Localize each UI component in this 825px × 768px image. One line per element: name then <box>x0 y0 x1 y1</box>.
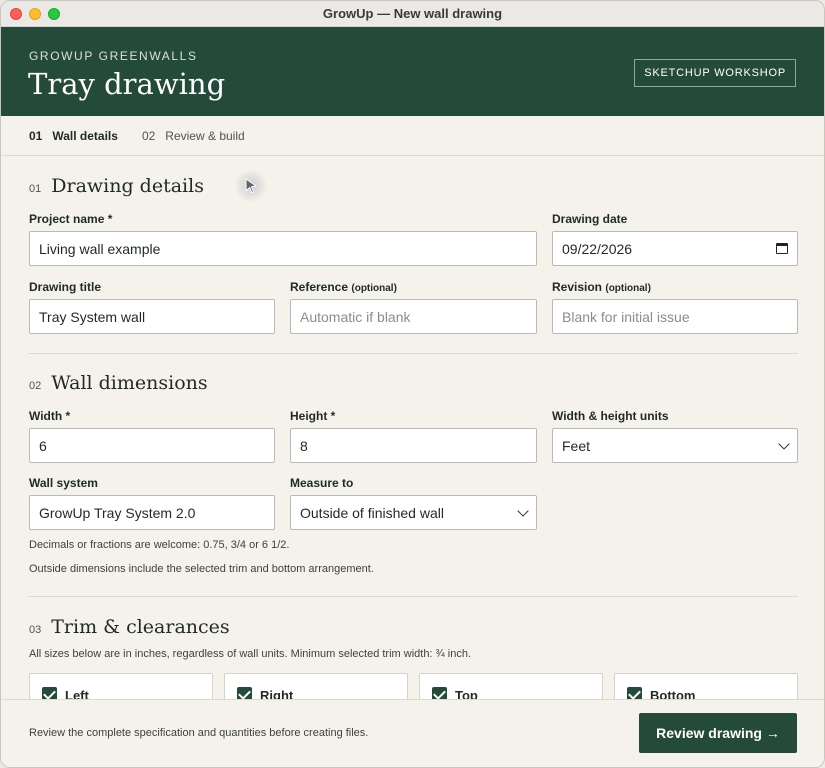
drawing-date-input[interactable]: 09/22/2026 <box>552 231 798 266</box>
trim-option-bottom[interactable]: Bottom <box>614 673 798 699</box>
drawing-title-input[interactable] <box>29 299 275 334</box>
step-nav: 01 Wall details 02 Review & build <box>1 116 824 156</box>
revision-label: Revision (optional) <box>552 280 651 294</box>
drawing-date-label: Drawing date <box>552 212 628 226</box>
width-input[interactable] <box>29 428 275 463</box>
reference-label: Reference (optional) <box>290 280 397 294</box>
measure-selected-value: Outside of finished wall <box>300 504 444 521</box>
top-checkbox[interactable] <box>432 687 447 699</box>
bottom-checkbox[interactable] <box>627 687 642 699</box>
trim-option-label: Bottom <box>650 688 696 699</box>
form-content[interactable]: 01 Drawing details Project name * Drawin… <box>1 157 824 699</box>
measure-to-label: Measure to <box>290 476 354 490</box>
step-label: Wall details <box>52 128 118 143</box>
step-label: Review & build <box>165 128 245 143</box>
app-window: GrowUp — New wall drawing GROWUP GREENWA… <box>0 0 825 768</box>
section-title: Trim & clearances <box>51 616 230 638</box>
drawing-title-label: Drawing title <box>29 280 102 294</box>
drawing-date-value: 09/22/2026 <box>562 240 633 257</box>
optional-tag: (optional) <box>351 283 397 294</box>
window-controls <box>10 8 60 20</box>
trim-option-left[interactable]: Left <box>29 673 213 699</box>
window-title: GrowUp — New wall drawing <box>322 6 503 21</box>
reference-label-text: Reference <box>290 280 349 294</box>
section-drawing-details: 01 Drawing details <box>29 175 204 197</box>
section-title: Wall dimensions <box>51 372 208 394</box>
optional-tag: (optional) <box>605 283 651 294</box>
right-checkbox[interactable] <box>237 687 252 699</box>
title-bar: GrowUp — New wall drawing <box>1 1 824 27</box>
units-selected-value: Feet <box>562 437 591 454</box>
brand-name: GROWUP GREENWALLS <box>29 49 198 63</box>
trim-option-top[interactable]: Top <box>419 673 603 699</box>
section-title: Drawing details <box>51 175 204 197</box>
section-divider <box>29 596 798 597</box>
footer-hint: Review the complete specification and qu… <box>29 727 369 739</box>
wall-system-label: Wall system <box>29 476 98 490</box>
height-input[interactable] <box>290 428 537 463</box>
chevron-down-icon <box>517 504 529 517</box>
section-wall-dimensions: 02 Wall dimensions <box>29 372 208 394</box>
revision-label-text: Revision <box>552 280 603 294</box>
trim-option-label: Top <box>455 688 478 699</box>
project-name-input[interactable] <box>29 231 537 266</box>
trim-option-label: Right <box>260 688 294 699</box>
section-divider <box>29 353 798 354</box>
step-number: 02 <box>141 128 156 143</box>
mouse-cursor-icon <box>234 169 268 203</box>
step-number: 01 <box>29 128 43 143</box>
units-label: Width & height units <box>552 409 669 423</box>
footer-bar: Review the complete specification and qu… <box>1 699 824 767</box>
review-drawing-button[interactable]: Review drawing → <box>639 713 797 753</box>
trim-option-right[interactable]: Right <box>224 673 408 699</box>
outside-dimensions-hint: Outside dimensions include the selected … <box>29 563 374 575</box>
project-name-label: Project name * <box>29 212 113 226</box>
height-label: Height * <box>290 409 336 423</box>
section-number: 02 <box>29 380 42 392</box>
calendar-icon[interactable] <box>776 243 788 254</box>
measure-to-select[interactable]: Outside of finished wall <box>290 495 537 530</box>
units-select[interactable]: Feet <box>552 428 798 463</box>
width-label: Width * <box>29 409 71 423</box>
trim-option-label: Left <box>65 688 89 699</box>
sketchup-workshop-button[interactable]: SKETCHUP WORKSHOP <box>634 59 796 87</box>
step-review-build[interactable]: 02 Review & build <box>142 129 245 143</box>
section-trim-clearances: 03 Trim & clearances <box>29 616 230 638</box>
revision-input[interactable] <box>552 299 798 334</box>
trim-units-note: All sizes below are in inches, regardles… <box>29 648 472 660</box>
header-banner: GROWUP GREENWALLS Tray drawing SKETCHUP … <box>1 27 824 116</box>
page-title: Tray drawing <box>28 67 226 101</box>
fraction-hint: Decimals or fractions are welcome: 0.75,… <box>29 539 290 551</box>
left-checkbox[interactable] <box>42 687 57 699</box>
chevron-down-icon <box>778 437 790 450</box>
reference-input[interactable] <box>290 299 537 334</box>
section-number: 01 <box>29 183 42 195</box>
minimize-window-button[interactable] <box>29 8 41 20</box>
step-wall-details[interactable]: 01 Wall details <box>29 129 118 143</box>
zoom-window-button[interactable] <box>48 8 60 20</box>
close-window-button[interactable] <box>10 8 22 20</box>
section-number: 03 <box>29 624 42 636</box>
wall-system-input[interactable] <box>29 495 275 530</box>
